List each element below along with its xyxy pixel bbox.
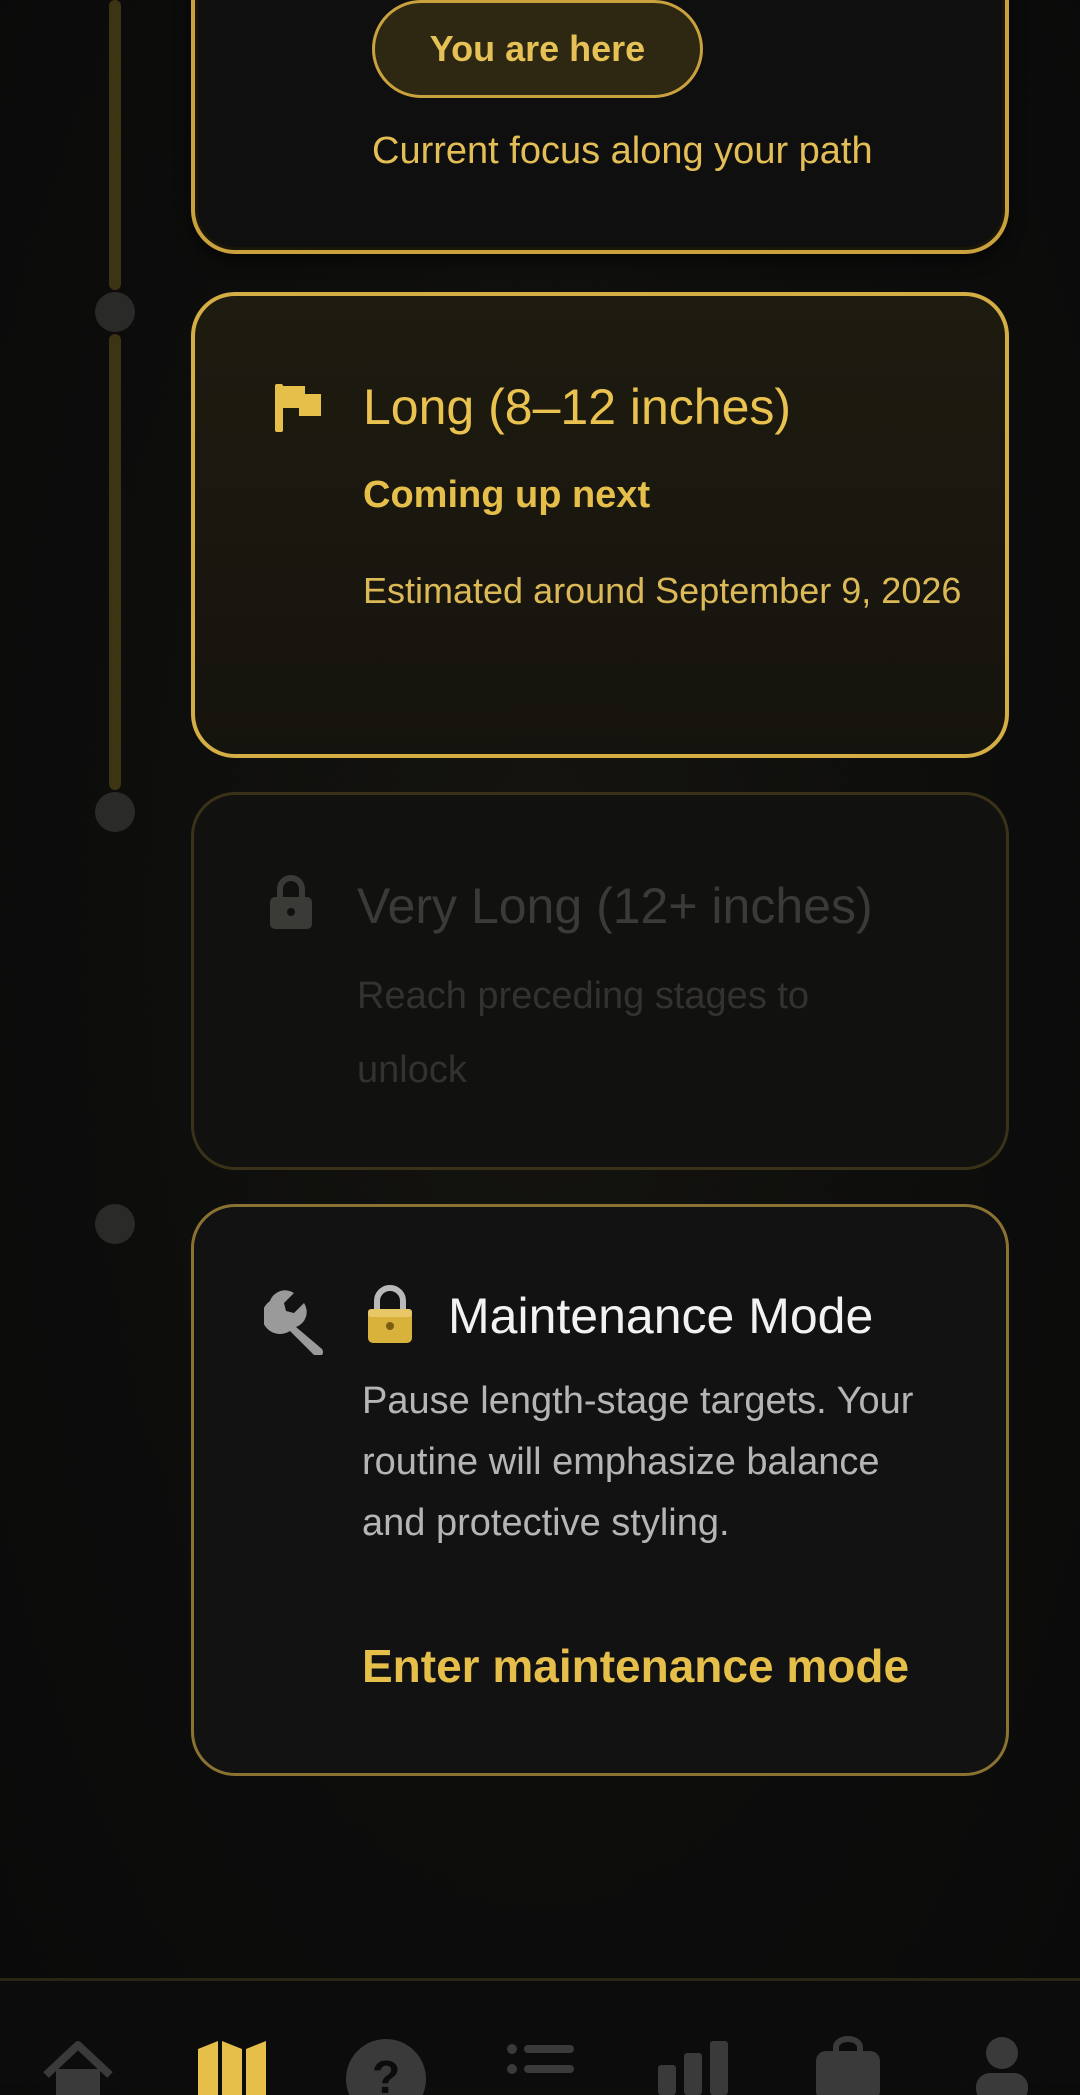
tab-list[interactable] — [490, 1981, 590, 2083]
current-stage-subtitle: Current focus along your path — [372, 130, 873, 172]
next-stage-card[interactable]: Long (8–12 inches) Coming up next Estima… — [191, 292, 1009, 758]
bottom-tab-bar: ? — [0, 1978, 1080, 2095]
maintenance-title: Maintenance Mode — [448, 1288, 874, 1344]
timeline-rail-mid — [109, 334, 121, 790]
tab-profile[interactable] — [952, 1981, 1052, 2095]
locked-stage-body: Reach preceding stages to unlock — [357, 975, 810, 1091]
you-are-here-badge: You are here — [372, 0, 703, 98]
timeline-node — [95, 792, 135, 832]
timeline-node — [95, 1204, 135, 1244]
list-icon — [507, 2044, 574, 2074]
locked-stage-card: Very Long (12+ inches) Reach preceding s… — [191, 792, 1009, 1170]
flag-icon — [275, 384, 321, 432]
wrench-icon — [264, 1290, 323, 1355]
home-icon — [43, 2041, 113, 2095]
bar-chart-icon — [658, 2041, 728, 2095]
map-icon — [198, 2041, 266, 2095]
lock-icon — [270, 875, 312, 929]
tab-shop[interactable] — [798, 1981, 898, 2095]
svg-text:?: ? — [372, 2051, 400, 2095]
maintenance-card: Maintenance Mode Pause length-stage targ… — [191, 1204, 1009, 1776]
tab-map[interactable] — [182, 1981, 282, 2095]
next-stage-kicker: Coming up next — [363, 474, 651, 516]
timeline-rail-top — [109, 0, 121, 290]
help-icon: ? — [346, 2039, 426, 2095]
next-stage-title: Long (8–12 inches) — [363, 379, 792, 435]
profile-icon — [976, 2037, 1028, 2095]
bag-icon — [816, 2036, 880, 2095]
tab-help[interactable]: ? — [336, 1981, 436, 2095]
enter-maintenance-button[interactable]: Enter maintenance mode — [362, 1639, 909, 1693]
next-stage-estimate: Estimated around September 9, 2026 — [363, 570, 962, 611]
padlock-icon — [368, 1285, 412, 1343]
maintenance-description: Pause length-stage targets. Your routine… — [362, 1380, 914, 1544]
tab-home[interactable] — [28, 1981, 128, 2095]
timeline-node — [95, 292, 135, 332]
current-stage-card[interactable]: You are here Current focus along your pa… — [191, 0, 1009, 254]
locked-stage-title: Very Long (12+ inches) — [357, 878, 873, 934]
tab-stats[interactable] — [644, 1981, 744, 2095]
